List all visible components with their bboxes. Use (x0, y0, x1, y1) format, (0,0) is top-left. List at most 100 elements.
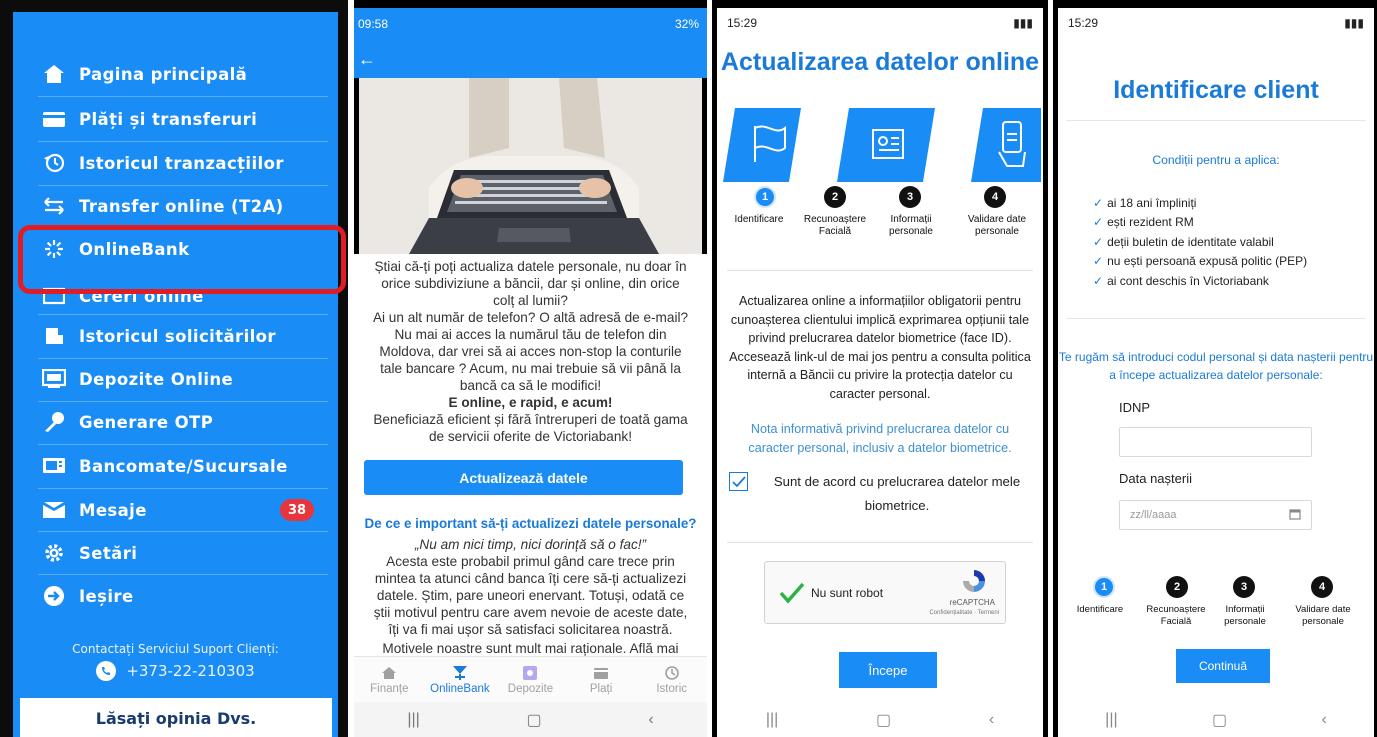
tab-finance[interactable]: Finanțe (354, 657, 425, 702)
idnp-input[interactable] (1119, 427, 1312, 457)
tab-history[interactable]: Istoric (636, 657, 707, 702)
tab-deposits[interactable]: Depozite (495, 657, 566, 702)
menu-item-transaction-history[interactable]: Istoricul tranzacțiilor (13, 141, 338, 185)
menu-item-payments[interactable]: Plăți și transferuri (13, 97, 338, 141)
step-1-circle: 1 (754, 186, 776, 208)
menu-item-home[interactable]: Pagina principală (13, 52, 338, 96)
tab-label: Depozite (507, 683, 554, 695)
body-line: Motivele noastre sunt mult mai raționale… (382, 641, 679, 656)
step-4-label: Validare date personale (967, 214, 1027, 237)
condition-item: ✓ ai 18 ani împliniți (1093, 196, 1197, 210)
tab-onlinebank[interactable]: OnlineBank (425, 657, 496, 702)
side-menu-panel: Pagina principală Plăți și transferuri I… (0, 0, 348, 737)
recent-apps-icon[interactable]: ||| (766, 711, 778, 729)
home-icon (38, 63, 70, 85)
leave-opinion-button[interactable]: Lăsați opinia Dvs. (20, 698, 332, 737)
tab-label: Plați (589, 683, 613, 695)
recent-apps-icon[interactable]: ||| (407, 711, 419, 729)
intro-line: orice subdiviziune a băncii, dar și onli… (381, 276, 680, 291)
calendar-icon[interactable] (1289, 508, 1301, 523)
step-3-label: Informații personale (1224, 604, 1266, 627)
menu-item-label: Pagina principală (79, 64, 248, 84)
birth-date-input[interactable]: zz/ll/aaaa (1119, 500, 1312, 530)
menu-item-messages[interactable]: Mesaje 38 (13, 488, 338, 532)
menu-item-exit[interactable]: Ieșire (13, 574, 338, 618)
home-icon (381, 664, 397, 682)
back-icon[interactable]: ‹ (648, 711, 653, 729)
deposit-icon (522, 664, 538, 682)
home-button-icon[interactable]: ▢ (876, 710, 891, 730)
back-icon[interactable]: ‹ (989, 711, 994, 729)
check-icon (779, 582, 805, 604)
update-data-button[interactable]: Actualizează datele (364, 460, 683, 495)
birth-date-placeholder: zz/ll/aaaa (1130, 509, 1177, 521)
exit-icon (38, 585, 70, 607)
recaptcha-links[interactable]: Confidențialitate · Termeni (929, 610, 999, 616)
laptop-hero-image (359, 78, 702, 254)
home-button-icon[interactable]: ▢ (527, 710, 542, 730)
gear-icon (38, 542, 70, 564)
check-icon: ✓ (1093, 273, 1104, 288)
tab-payments[interactable]: Plați (566, 657, 637, 702)
continue-button[interactable]: Continuă (1176, 649, 1270, 683)
check-icon: ✓ (1093, 196, 1104, 210)
back-icon[interactable]: ‹ (1321, 711, 1326, 729)
tab-label: Istoric (656, 683, 687, 695)
status-bar: 15:29 ▮▮▮ (1058, 8, 1374, 38)
status-battery: 32% (674, 17, 699, 31)
intro-line: bancă ca să le modifici! (459, 378, 602, 393)
support-phone[interactable]: +373-22-210303 (13, 661, 338, 681)
recent-apps-icon[interactable]: ||| (1105, 711, 1117, 729)
menu-item-label: Plăți și transferuri (79, 109, 258, 129)
recaptcha-widget[interactable]: Nu sunt robot reCAPTCHA Confidențialitat… (764, 561, 1006, 624)
birth-date-label: Data nașterii (1119, 471, 1192, 486)
menu-item-otp[interactable]: Generare OTP (13, 400, 338, 444)
deposit-icon (38, 368, 70, 390)
intro-line: colț al lumii? (493, 293, 568, 308)
body-line: Acesta este probabil primul gând care tr… (386, 554, 675, 569)
step-4-label: Validare date personale (1295, 604, 1351, 627)
page-title: Identificare client (1113, 76, 1319, 104)
step-4-circle: 4 (984, 186, 1006, 208)
step-3-label: Informații personale (889, 214, 933, 237)
menu-item-label: Transfer online (T2A) (79, 196, 284, 216)
intro-line: Ai un alt număr de telefon? O altă adres… (372, 310, 689, 325)
body-line: datele. Știm, pare uneori enervant. Totu… (376, 588, 685, 603)
recaptcha-logo-icon (961, 568, 987, 599)
intro-line: Știai că-ți poți actualiza datele person… (374, 259, 687, 274)
menu-item-deposits[interactable]: Depozite Online (13, 357, 338, 401)
step-1-circle: 1 (1093, 576, 1115, 598)
back-arrow-icon[interactable]: ← (358, 49, 376, 70)
benefit-line: de servicii oferite de Victoriabank! (428, 429, 632, 444)
menu-item-transfer-online[interactable]: Transfer online (T2A) (13, 184, 338, 228)
intro-line: tale bancare ? Acum, nu mai trebuie să v… (380, 361, 681, 376)
history-icon (664, 664, 680, 682)
home-button-icon[interactable]: ▢ (1212, 710, 1227, 730)
menu-item-request-history[interactable]: Istoricul solicitărilor (13, 314, 338, 358)
consent-checkbox[interactable] (729, 472, 748, 491)
check-icon (731, 475, 746, 487)
condition-item: ✓ deții buletin de identitate valabil (1093, 234, 1274, 249)
body-line: știi motivul pentru care avem nevoie de … (373, 605, 688, 620)
status-time: 15:29 (727, 16, 758, 30)
check-icon: ✓ (1093, 215, 1104, 230)
intro-line: Nu mai ai acces la numărul tău de telefo… (394, 327, 667, 342)
benefit-line: Beneficiază eficient și fără întreruperi… (373, 412, 688, 427)
why-heading: De ce e important să-ți actualizezi date… (364, 516, 697, 531)
menu-item-settings[interactable]: Setări (13, 531, 338, 575)
step-2-circle: 2 (824, 186, 846, 208)
mail-icon (38, 499, 70, 521)
step-3-circle: 3 (1233, 576, 1255, 598)
privacy-note-link[interactable]: Nota informativă privind prelucrarea dat… (729, 420, 1031, 457)
step-3-circle: 3 (899, 186, 921, 208)
consent-label: Sunt de acord cu prelucrarea datelor mel… (773, 474, 1021, 513)
identification-prompt: Te rugăm să introduci codul personal și … (1058, 350, 1374, 382)
client-identification-screen: 15:29 ▮▮▮ Identificare client Condiții p… (1053, 0, 1377, 737)
step-1-label: Identificare (734, 214, 784, 225)
recaptcha-label: Nu sunt robot (811, 586, 884, 600)
step-2-circle: 2 (1166, 576, 1188, 598)
tab-label: Finanțe (370, 683, 409, 695)
check-icon: ✓ (1093, 234, 1104, 249)
start-button[interactable]: Începe (839, 652, 937, 688)
menu-item-atm[interactable]: Bancomate/Sucursale (13, 444, 338, 488)
